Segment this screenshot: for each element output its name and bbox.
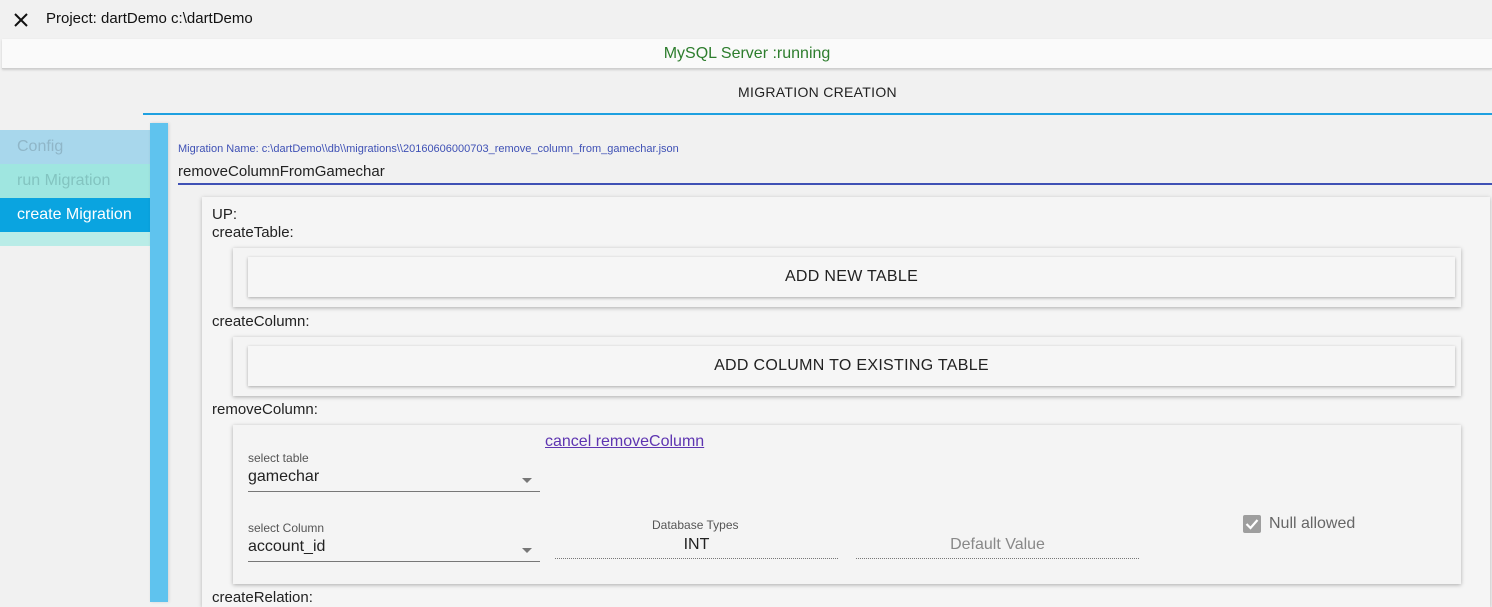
sidebar-item-config[interactable]: Config	[0, 130, 150, 164]
select-column-dropdown[interactable]: account_id	[248, 536, 540, 562]
add-column-button[interactable]: ADD COLUMN TO EXISTING TABLE	[248, 346, 1455, 386]
select-column-label: select Column	[248, 521, 325, 535]
select-table-dropdown[interactable]: gamechar	[248, 466, 540, 492]
select-table-label: select table	[248, 451, 309, 465]
section-create-column: createColumn:	[212, 313, 310, 330]
database-type-field[interactable]: INT	[555, 533, 838, 559]
chevron-down-icon	[522, 478, 532, 483]
cancel-remove-column-link[interactable]: cancel removeColumn	[545, 433, 704, 451]
create-column-card: ADD COLUMN TO EXISTING TABLE	[233, 337, 1461, 396]
sidebar-divider	[150, 123, 168, 602]
null-allowed-label: Null allowed	[1269, 515, 1356, 532]
section-remove-column: removeColumn:	[212, 401, 318, 418]
server-status: MySQL Server :running	[2, 39, 1492, 69]
select-column-value: account_id	[248, 538, 326, 555]
checkmark-icon	[1245, 519, 1259, 530]
remove-column-card: cancel removeColumn select table gamecha…	[233, 425, 1461, 584]
database-types-label: Database Types	[652, 518, 739, 532]
section-up: UP:	[212, 206, 238, 223]
migration-panel: UP: createTable: ADD NEW TABLE createCol…	[202, 197, 1490, 607]
tab-label: MIGRATION CREATION	[738, 84, 897, 100]
sidebar-item-run-migration[interactable]: run Migration	[0, 164, 150, 198]
title-bar: Project: dartDemo c:\dartDemo	[0, 0, 1492, 39]
default-value-field[interactable]: Default Value	[856, 533, 1139, 559]
tab-migration-creation[interactable]: MIGRATION CREATION	[143, 70, 1492, 115]
select-table-value: gamechar	[248, 468, 320, 485]
migration-name-label: Migration Name: c:\dartDemo\\db\\migrati…	[178, 143, 679, 155]
close-icon[interactable]	[11, 10, 31, 30]
create-table-card: ADD NEW TABLE	[233, 248, 1461, 307]
add-new-table-button[interactable]: ADD NEW TABLE	[248, 257, 1455, 297]
section-create-table: createTable:	[212, 224, 294, 241]
sidebar-item-create-migration[interactable]: create Migration	[0, 198, 150, 232]
chevron-down-icon	[522, 548, 532, 553]
sidebar-spacer	[0, 232, 150, 246]
window-title: Project: dartDemo c:\dartDemo	[46, 10, 253, 27]
section-create-relation: createRelation:	[212, 589, 313, 606]
migration-name-input[interactable]	[178, 160, 1492, 185]
sidebar: Config run Migration create Migration	[0, 130, 150, 246]
null-allowed-checkbox[interactable]	[1243, 515, 1261, 533]
